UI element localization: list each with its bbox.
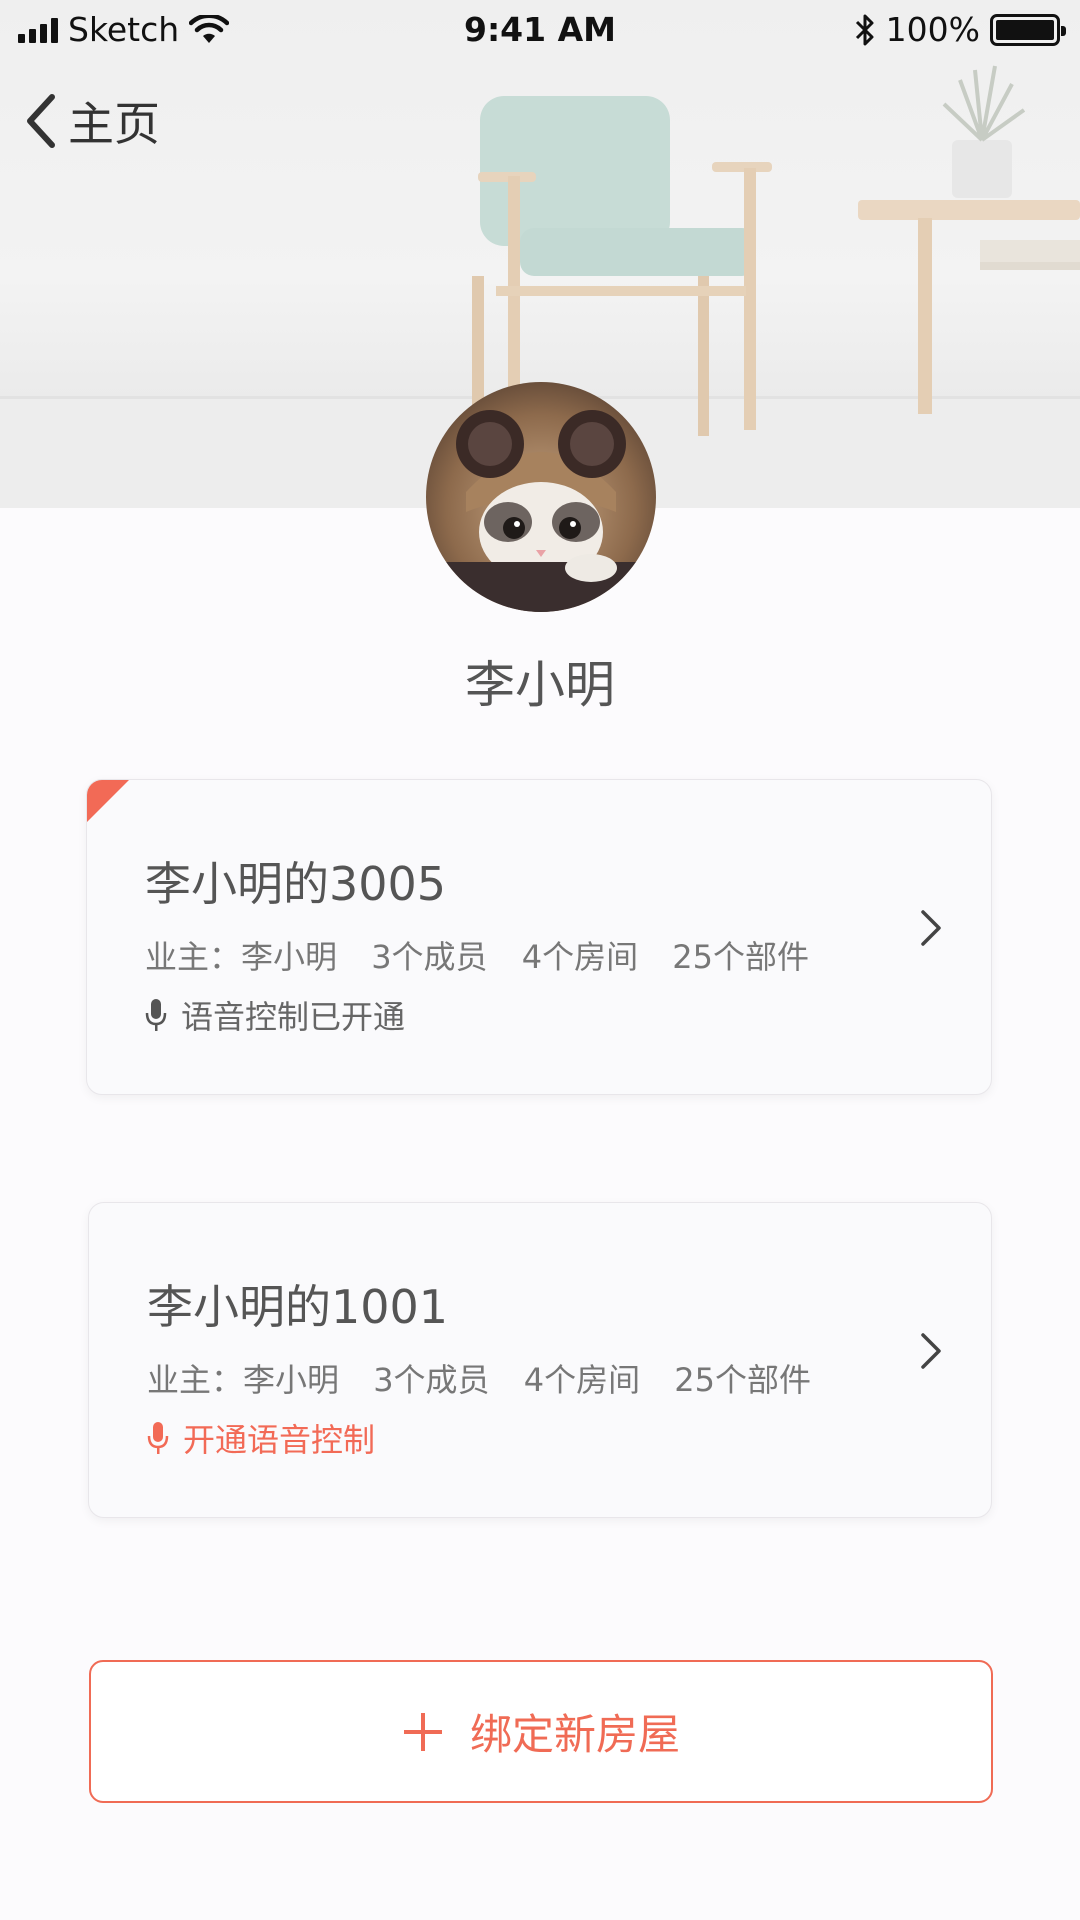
voice-status-label: 语音控制已开通	[181, 998, 406, 1036]
battery-icon	[990, 13, 1066, 46]
default-house-flag	[87, 780, 129, 822]
voice-status: 语音控制已开通	[145, 992, 405, 1038]
voice-status-label: 开通语音控制	[183, 1421, 376, 1459]
house-info: 业主：李小明 3个成员 4个房间 25个部件	[145, 932, 827, 978]
house-parts: 25个部件	[672, 938, 810, 976]
avatar[interactable]	[426, 382, 656, 612]
plus-icon	[403, 1712, 442, 1751]
house-info: 业主：李小明 3个成员 4个房间 25个部件	[147, 1355, 829, 1401]
user-name: 李小明	[465, 656, 615, 714]
back-label: 主页	[68, 97, 160, 151]
chevron-right-icon	[921, 1333, 941, 1369]
bind-new-house-button[interactable]: 绑定新房屋	[89, 1660, 993, 1803]
microphone-icon	[147, 1422, 169, 1454]
house-owner: 业主：李小明	[145, 938, 338, 976]
house-rooms: 4个房间	[521, 938, 639, 976]
bluetooth-icon	[855, 14, 874, 45]
chevron-right-icon	[921, 910, 941, 946]
house-title: 李小明的1001	[147, 1280, 449, 1334]
status-right: 100%	[854, 10, 1066, 49]
bind-new-house-label: 绑定新房屋	[469, 1710, 680, 1759]
back-button[interactable]: 主页	[24, 88, 160, 154]
house-members: 3个成员	[371, 938, 488, 976]
status-bar: Sketch 9:41 AM 100%	[0, 0, 1080, 60]
house-title: 李小明的3005	[145, 857, 447, 911]
microphone-icon	[145, 999, 167, 1031]
house-parts: 25个部件	[674, 1361, 812, 1399]
house-rooms: 4个房间	[523, 1361, 641, 1399]
house-card[interactable]: 李小明的1001 业主：李小明 3个成员 4个房间 25个部件 开通语音控制	[88, 1202, 992, 1518]
house-members: 3个成员	[373, 1361, 490, 1399]
house-card[interactable]: 李小明的3005 业主：李小明 3个成员 4个房间 25个部件 语音控制已开通	[86, 779, 992, 1095]
house-owner: 业主：李小明	[147, 1361, 340, 1399]
battery-percentage: 100%	[885, 10, 980, 49]
chevron-left-icon	[27, 94, 55, 148]
enable-voice-control-link[interactable]: 开通语音控制	[147, 1415, 375, 1461]
